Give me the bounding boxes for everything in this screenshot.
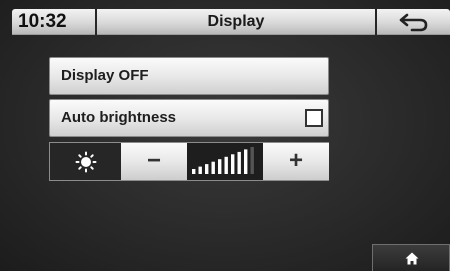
display-settings-screen: 10:32 Display Display OFF Auto brightnes… [0, 0, 450, 271]
brightness-increase-button[interactable]: + [263, 143, 329, 180]
clock: 10:32 [18, 11, 67, 32]
header-bar: 10:32 Display [12, 9, 450, 35]
display-off-label: Display OFF [61, 67, 149, 84]
brightness-level-indicator [187, 143, 263, 180]
brightness-level-bar [244, 149, 248, 174]
brightness-level-bar [192, 169, 196, 174]
back-button[interactable] [377, 9, 450, 35]
brightness-control: − + [49, 142, 329, 181]
brightness-level-bar [211, 161, 215, 174]
brightness-decrease-button[interactable]: − [121, 143, 187, 180]
brightness-level-bar [218, 159, 222, 174]
brightness-level-bar [224, 156, 228, 174]
home-button[interactable] [372, 244, 450, 271]
auto-brightness-checkbox[interactable] [305, 109, 323, 127]
brightness-level-bar [205, 164, 209, 174]
display-off-button[interactable]: Display OFF [49, 57, 329, 95]
auto-brightness-toggle[interactable]: Auto brightness [49, 99, 329, 137]
brightness-level-bar [250, 147, 254, 174]
brightness-level-bar [237, 151, 241, 174]
brightness-level-bar [231, 154, 235, 174]
page-title: Display [207, 13, 265, 30]
brightness-level-bar [198, 166, 202, 174]
title-segment: Display [97, 9, 375, 35]
auto-brightness-label: Auto brightness [61, 109, 176, 126]
clock-segment: 10:32 [12, 9, 95, 35]
sun-icon [50, 143, 121, 180]
